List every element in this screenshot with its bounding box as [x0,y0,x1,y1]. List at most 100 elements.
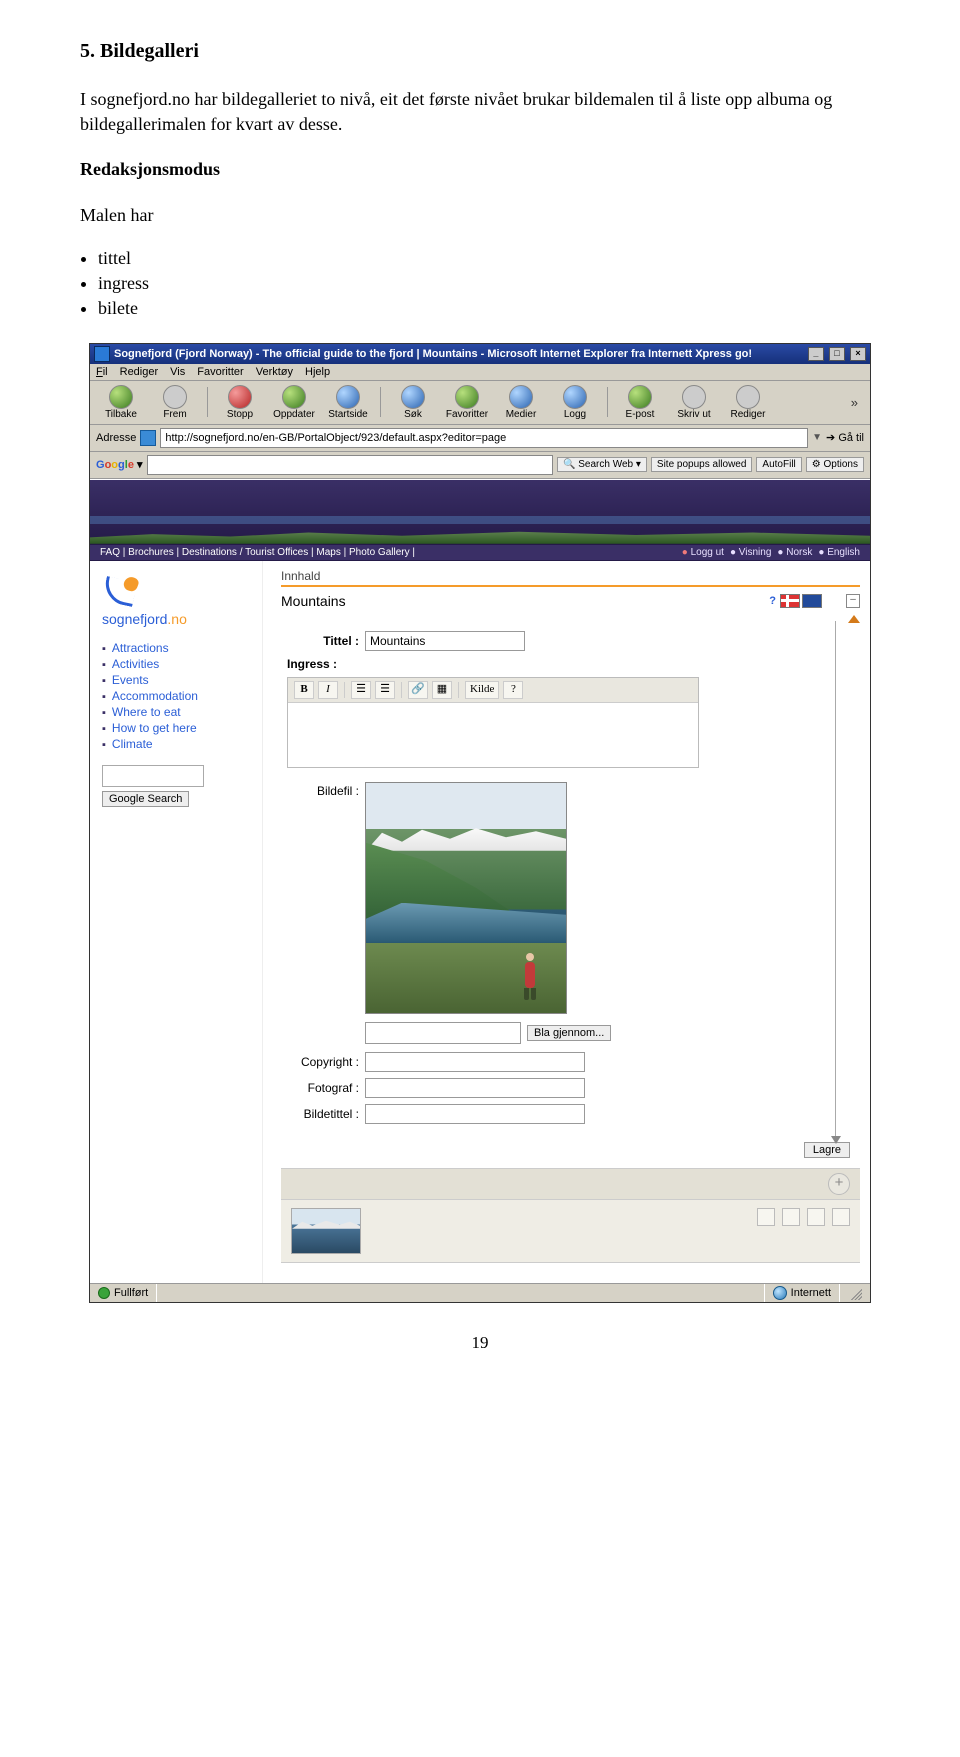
leftnav-activities[interactable]: Activities [102,657,252,671]
sidebar-google-search-button[interactable]: Google Search [102,791,189,807]
redaksjonsmodus-heading: Redaksjonsmodus [80,157,880,182]
window-buttons: _ □ × [806,347,866,361]
leftnav-how-to-get-here[interactable]: How to get here [102,721,252,735]
status-fullfort: Fullført [114,1287,148,1299]
leftnav-where-to-eat[interactable]: Where to eat [102,705,252,719]
address-input[interactable] [160,428,808,448]
tool-fill-icon[interactable] [757,1208,775,1226]
label-copyright: Copyright : [287,1055,359,1069]
tool-move-up-icon[interactable] [782,1208,800,1226]
toolbar-sok[interactable]: Søk [388,385,438,420]
browse-button[interactable]: Bla gjennom... [527,1025,611,1041]
input-fotograf[interactable] [365,1078,585,1098]
menu-fil[interactable]: Fil [96,366,108,378]
lagre-button[interactable]: Lagre [804,1142,850,1158]
tool-edit-icon[interactable] [832,1208,850,1226]
flag-no-icon[interactable] [780,594,800,608]
google-popups[interactable]: Site popups allowed [651,457,753,472]
help-icon[interactable]: ? [769,595,776,607]
menu-verktoy[interactable]: Verktøy [256,366,293,378]
site-logo[interactable]: sognefjord.no [102,575,252,627]
maximize-button[interactable]: □ [829,347,845,361]
input-copyright[interactable] [365,1052,585,1072]
menu-vis[interactable]: Vis [170,366,185,378]
input-tittel[interactable] [365,631,525,651]
menu-rediger[interactable]: Rediger [120,366,159,378]
scroll-up-icon[interactable] [848,615,860,623]
rte-kilde-button[interactable]: Kilde [465,681,499,699]
tool-sort-icon[interactable] [807,1208,825,1226]
addr-dropdown-icon[interactable]: ▼ [812,432,822,443]
toolbar-favoritter[interactable]: Favoritter [442,385,492,420]
leftnav-climate[interactable]: Climate [102,737,252,751]
rte-toolbar: B I ☰ ☰ 🔗 ▦ Kilde ? [288,678,698,703]
ie-title-text: Sognefjord (Fjord Norway) - The official… [114,348,806,360]
flag-en-icon[interactable] [802,594,822,608]
rte-link-icon[interactable]: 🔗 [408,681,428,699]
toolbar-frem[interactable]: Frem [150,385,200,420]
leftnav-accommodation[interactable]: Accommodation [102,689,252,703]
label-fotograf: Fotograf : [287,1081,359,1095]
rte-textarea[interactable] [288,703,698,767]
sidebar-search-input[interactable] [102,765,204,787]
status-internett: Internett [791,1287,831,1299]
google-search-web[interactable]: 🔍 Search Web ▾ [557,457,647,472]
page-viewport: FAQ | Brochures | Destinations / Tourist… [90,479,870,1283]
menu-favoritter[interactable]: Favoritter [197,366,243,378]
label-bildefil: Bildefil : [287,782,359,798]
thumbnail-image[interactable] [291,1208,361,1254]
top-nav-english[interactable]: ● English [818,547,860,558]
rte-image-icon[interactable]: ▦ [432,681,452,699]
google-logo: Google ▾ [96,458,143,471]
top-nav-logout[interactable]: ● Logg ut [682,547,724,558]
leftnav-events[interactable]: Events [102,673,252,687]
toolbar-stopp[interactable]: Stopp [215,385,265,420]
toolbar-skrivut[interactable]: Skriv ut [669,385,719,420]
ie-titlebar: Sognefjord (Fjord Norway) - The official… [90,344,870,364]
rte-bold-icon[interactable]: B [294,681,314,699]
bildefil-preview-image [365,782,567,1014]
addr-label: Adresse [96,432,136,444]
google-options[interactable]: ⚙ Options [806,457,864,472]
google-autofill[interactable]: AutoFill [756,457,801,472]
label-bildetittel: Bildetittel : [287,1107,359,1121]
page-number: 19 [80,1333,880,1353]
leftnav-attractions[interactable]: Attractions [102,641,252,655]
tab-innhald[interactable]: Innhald [281,569,860,587]
google-query-input[interactable] [147,455,553,475]
scroll-indicator [835,621,836,1138]
bullet-tittel: tittel [98,248,880,269]
toolbar-rediger[interactable]: Rediger [723,385,773,420]
rte-help-icon[interactable]: ? [503,681,523,699]
zone-internet-icon [773,1286,787,1300]
label-ingress: Ingress : [287,657,337,671]
bullet-ingress: ingress [98,273,880,294]
top-nav-left[interactable]: FAQ | Brochures | Destinations / Tourist… [100,547,415,558]
rte-ol-icon[interactable]: ☰ [351,681,371,699]
toolbar-overflow[interactable]: » [845,395,864,410]
ie-address-bar: Adresse ▼ ➔ Gå til [90,425,870,452]
menu-hjelp[interactable]: Hjelp [305,366,330,378]
go-button[interactable]: ➔ Gå til [826,431,864,444]
rte-italic-icon[interactable]: I [318,681,338,699]
toolbar-medier[interactable]: Medier [496,385,546,420]
top-nav-norsk[interactable]: ● Norsk [777,547,812,558]
close-button[interactable]: × [850,347,866,361]
toolbar-epost[interactable]: E-post [615,385,665,420]
toolbar-startside[interactable]: Startside [323,385,373,420]
rte-ul-icon[interactable]: ☰ [375,681,395,699]
bildefil-path-input[interactable] [365,1022,521,1044]
input-bildetittel[interactable] [365,1104,585,1124]
left-nav-list: Attractions Activities Events Accommodat… [102,641,252,751]
minimize-button[interactable]: _ [808,347,824,361]
toolbar-oppdater[interactable]: Oppdater [269,385,319,420]
ingress-rte: B I ☰ ☰ 🔗 ▦ Kilde ? [287,677,699,768]
toolbar-logg[interactable]: Logg [550,385,600,420]
collapse-toggle[interactable]: – [846,594,860,608]
toolbar-tilbake[interactable]: Tilbake [96,385,146,420]
add-item-icon[interactable]: + [828,1173,850,1195]
resize-grip-icon[interactable] [848,1286,862,1300]
top-nav-visning[interactable]: ● Visning [730,547,771,558]
status-done-icon [98,1287,110,1299]
ie-status-bar: Fullført Internett [90,1283,870,1302]
